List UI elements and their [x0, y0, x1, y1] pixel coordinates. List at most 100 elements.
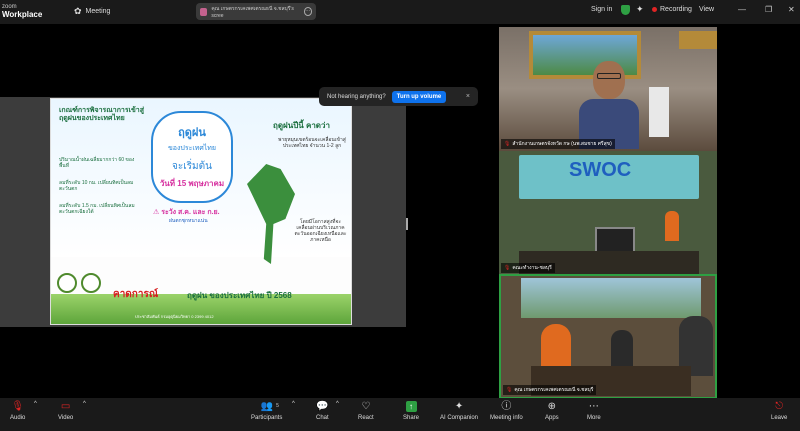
slide-note: ลมที่ระดับ 1.5 กม. เปลี่ยนทิศเป็นลมตะวัน…: [59, 203, 135, 215]
chat-label: Chat: [316, 415, 329, 421]
video-chevron-up-icon[interactable]: ^: [83, 401, 86, 407]
top-bar: zoom Workplace ✿ Meeting คุณ เกษตรกรเคเพ…: [0, 0, 800, 24]
participant-name: คณะทำงาน-ชลบุรี: [512, 265, 552, 271]
chat-button[interactable]: 💬 Chat: [316, 401, 329, 421]
share-screen-icon: ↑: [405, 401, 417, 413]
split-resize-handle[interactable]: [406, 218, 408, 230]
shared-slide: เกณฑ์การพิจารณาการเข้าสู่ฤดูฝนของประเทศไ…: [50, 98, 352, 325]
participant-name: สำนักงานเกษตรจังหวัด กษ (นพ.สมชาย ศรีสุข…: [512, 141, 612, 147]
participants-count: 5: [276, 403, 279, 409]
brand-bottom: Workplace: [2, 10, 43, 19]
person-glasses: [597, 73, 621, 79]
share-button[interactable]: ↑ Share: [403, 401, 419, 421]
more-dots-icon: ⋯: [588, 401, 599, 412]
apps-icon: ⊕: [547, 401, 557, 412]
video-button[interactable]: ▭ Video: [58, 401, 73, 421]
slide-right-text: พายุหมุนเขตร้อนจะเคลื่อนเข้าสู่ประเทศไทย…: [278, 137, 346, 149]
info-icon: ⓘ: [501, 401, 512, 412]
participant-name-tag: 🎙 คุณ เกษตรกรเคเพศเตรณธนี จ.ชลบุรี: [503, 385, 597, 395]
slide-notes: ปริมาณน้ำฝนเฉลี่ยมากกว่า 60 ของพื้นที่ ล…: [59, 157, 139, 226]
bubble-line1: ฤดูฝน: [178, 127, 206, 139]
participant-tile[interactable]: 🎙 สำนักงานเกษตรจังหวัด กษ (นพ.สมชาย ศรีส…: [499, 27, 717, 151]
sparkle-icon[interactable]: ✦: [636, 4, 644, 15]
screen-share-indicator[interactable]: คุณ เกษตรกรเคเพศเตรณธนี จ.ชลบุรี's scree…: [196, 3, 316, 20]
slide-logo-left: [57, 273, 77, 293]
wall-frame: [679, 31, 717, 49]
participant-name-tag: 🎙 คณะทำงาน-ชลบุรี: [501, 263, 555, 273]
minimize-icon[interactable]: —: [738, 5, 746, 14]
slide-right-text2: โดยมีโอกาสสูงที่จะเคลื่อนผ่านบริเวณภาคตะ…: [294, 219, 347, 243]
audio-button[interactable]: 🎙 Audio: [10, 401, 25, 421]
sharer-avatar-icon: [200, 7, 208, 16]
slide-contact: ประชาสัมพันธ์ กรมอุตุนิยมวิทยา 0 2399 40…: [135, 314, 214, 319]
participant-name: คุณ เกษตรกรเคเพศเตรณธนี จ.ชลบุรี: [514, 387, 594, 393]
toast-close-icon[interactable]: ×: [466, 93, 470, 100]
room-screen: [595, 227, 635, 253]
meeting-info-button[interactable]: ⓘ Meeting info: [490, 401, 523, 421]
participants-icon: 👥 5: [260, 401, 279, 412]
mic-muted-icon: 🎙: [506, 387, 513, 393]
view-menu[interactable]: View: [699, 6, 714, 13]
apps-button[interactable]: ⊕ Apps: [545, 401, 559, 421]
slide-footer-red: คาดการณ์: [113, 289, 159, 300]
background-object: [649, 87, 669, 137]
video-label: Video: [58, 415, 74, 421]
turn-up-volume-button[interactable]: Turn up volume: [391, 90, 447, 103]
restore-icon[interactable]: ❐: [765, 5, 772, 14]
slide-warning2: ฝนตกชุกหนาแน่น: [169, 218, 208, 224]
banner-logo: SWOC: [569, 159, 632, 181]
slide-left-heading: เกณฑ์การพิจารณาการเข้าสู่ฤดูฝนของประเทศไ…: [59, 107, 145, 122]
heart-icon: ♡: [361, 401, 371, 412]
recording-label: Recording: [660, 6, 692, 13]
ai-sparkle-icon: ✦: [454, 401, 464, 412]
leave-label: Leave: [771, 415, 788, 421]
chat-chevron-up-icon[interactable]: ^: [336, 401, 339, 407]
mic-muted-icon: 🎙: [11, 401, 25, 412]
audio-toast: Not hearing anything? Turn up volume ×: [319, 87, 478, 106]
close-icon[interactable]: ✕: [788, 5, 795, 14]
chat-icon: 💬: [316, 401, 329, 412]
leave-icon: ⎋: [775, 401, 784, 412]
audio-chevron-up-icon[interactable]: ^: [34, 401, 37, 407]
participants-label: Participants: [251, 415, 283, 421]
participant-tile[interactable]: SWOC 🎙 คณะทำงาน-ชลบุรี: [499, 151, 717, 275]
sign-in-link[interactable]: Sign in: [591, 6, 612, 13]
person-seated: [611, 330, 633, 366]
more-label: More: [587, 415, 601, 421]
room-banner: [521, 278, 701, 318]
meeting-menu[interactable]: ✿ Meeting: [74, 6, 110, 17]
participant-name-tag: 🎙 สำนักงานเกษตรจังหวัด กษ (นพ.สมชาย ศรีส…: [501, 139, 615, 149]
mic-muted-icon: 🎙: [504, 265, 511, 271]
more-icon[interactable]: ···: [303, 7, 312, 16]
slide-note: ปริมาณน้ำฝนเฉลี่ยมากกว่า 60 ของพื้นที่: [59, 157, 135, 169]
bubble-line2: ของประเทศไทย: [167, 145, 217, 152]
react-button[interactable]: ♡ React: [358, 401, 374, 421]
slide-right-heading: ฤดูฝนปีนี้ คาดว่า: [273, 121, 330, 130]
meeting-label: Meeting: [85, 8, 111, 15]
leave-button[interactable]: ⎋ Leave: [771, 401, 787, 421]
meeting-toolbar: 🎙 Audio ^ ▭ Video ^ 👥 5 Participants ^ 💬 …: [0, 398, 800, 431]
bubble-line3: จะเริ่มต้น: [172, 161, 212, 172]
participants-chevron-up-icon[interactable]: ^: [292, 401, 295, 407]
paw-icon: ✿: [74, 6, 82, 16]
more-button[interactable]: ⋯ More: [587, 401, 601, 421]
record-dot-icon: [652, 7, 657, 12]
zoom-brand: zoom Workplace: [2, 3, 42, 19]
mic-muted-icon: 🎙: [504, 141, 511, 147]
person-head: [593, 61, 625, 99]
shield-icon[interactable]: [621, 5, 630, 15]
audio-label: Audio: [10, 415, 26, 421]
swoc-banner: SWOC: [519, 155, 699, 199]
participant-video: [579, 57, 639, 149]
slide-footer-green: ฤดูฝน ของประเทศไทย ปี 2568: [187, 291, 292, 300]
slide-warning-text: ระวัง ส.ค. และ ก.ย.: [161, 209, 220, 216]
recording-indicator[interactable]: Recording: [652, 6, 692, 13]
slide-main-bubble: ฤดูฝน ของประเทศไทย จะเริ่มต้น วันที่ 15 …: [151, 111, 233, 203]
apps-label: Apps: [545, 415, 559, 421]
person-orange-shirt: [665, 211, 679, 241]
meeting-info-label: Meeting info: [490, 415, 523, 421]
participant-tile-active-speaker[interactable]: 🎙 คุณ เกษตรกรเคเพศเตรณธนี จ.ชลบุรี: [499, 274, 717, 399]
bubble-date: วันที่ 15 พฤษภาคม: [159, 179, 225, 188]
participants-button[interactable]: 👥 5 Participants: [251, 401, 282, 421]
ai-companion-button[interactable]: ✦ AI Companion: [440, 401, 478, 421]
